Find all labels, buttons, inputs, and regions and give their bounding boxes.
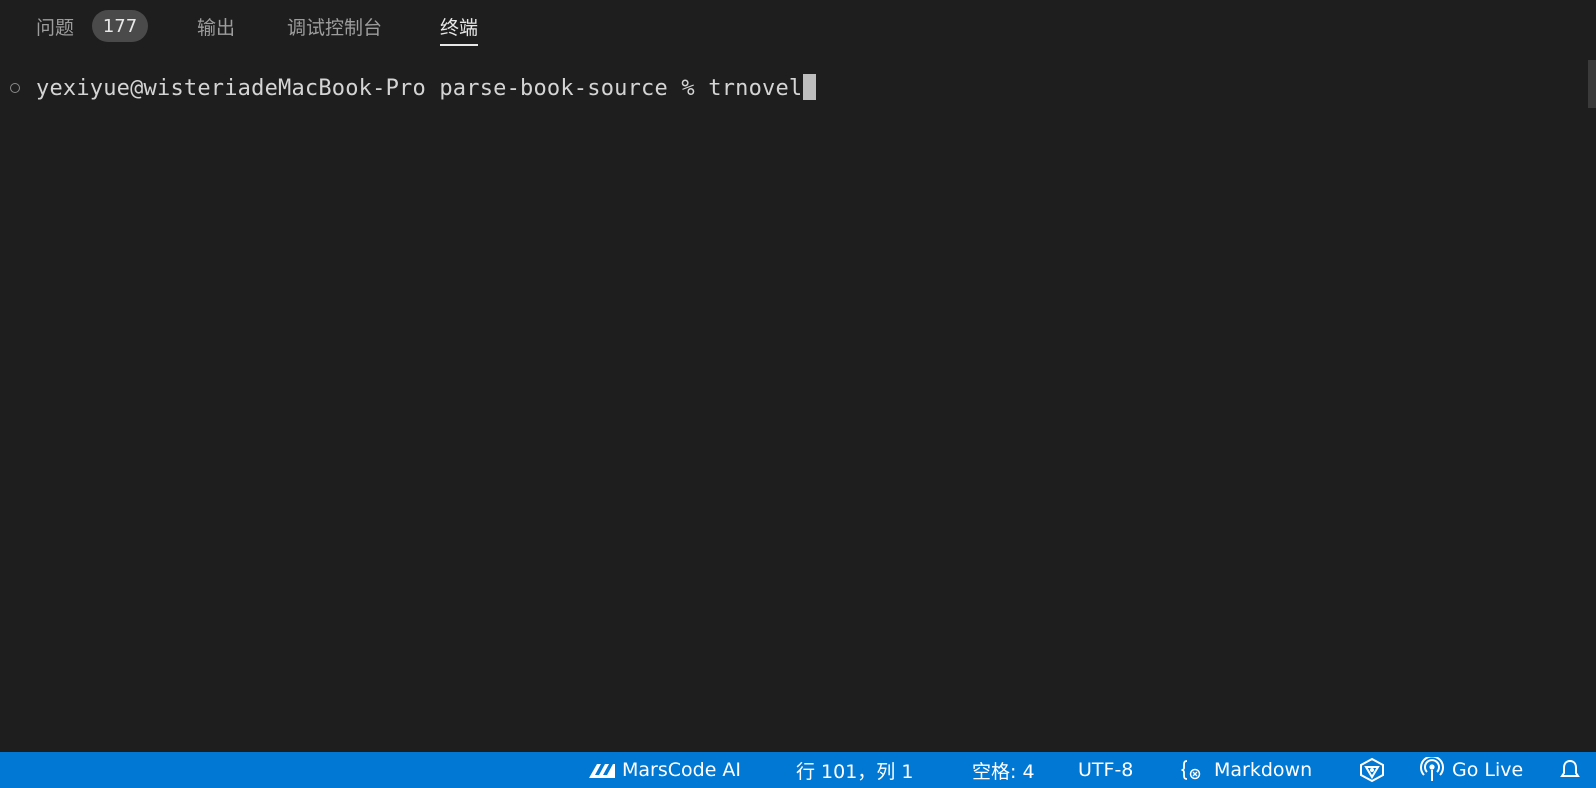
terminal-output[interactable]: yexiyue@wisteriadeMacBook-Pro parse-book…	[0, 60, 1596, 740]
terminal-panel: 问题 177 输出 调试控制台 终端 yexiyue@wisteriadeMac…	[0, 0, 1596, 752]
panel-tab-bar: 问题 177 输出 调试控制台 终端	[0, 0, 1596, 48]
terminal-command: trnovel	[708, 76, 803, 101]
encoding-label: UTF-8	[1078, 759, 1134, 781]
bell-icon	[1560, 758, 1580, 782]
tab-output[interactable]: 输出	[197, 8, 235, 44]
tab-problems[interactable]: 问题 177	[36, 8, 149, 44]
language-mode-label: Markdown	[1214, 759, 1313, 781]
command-decoration-circle-icon[interactable]	[10, 83, 20, 93]
tab-terminal[interactable]: 终端	[440, 8, 479, 46]
tab-debug-console[interactable]: 调试控制台	[287, 8, 382, 44]
language-mode-item[interactable]: Markdown	[1180, 752, 1312, 788]
tab-problems-label: 问题	[36, 16, 75, 39]
marscode-status-item[interactable]: MarsCode AI	[588, 752, 741, 788]
indentation-label: 空格: 4	[972, 760, 1035, 783]
marscode-logo-icon	[588, 761, 616, 779]
copilot-status-item[interactable]	[1358, 752, 1386, 788]
terminal-prompt: yexiyue@wisteriadeMacBook-Pro parse-book…	[36, 76, 709, 101]
braces-icon	[1180, 759, 1204, 781]
tab-terminal-label: 终端	[440, 16, 479, 39]
tab-debug-console-label: 调试控制台	[287, 16, 383, 39]
cursor-position-item[interactable]: 行 101，列 1	[796, 752, 913, 788]
terminal-scrollbar[interactable]	[1588, 60, 1596, 108]
terminal-prompt-line: yexiyue@wisteriadeMacBook-Pro parse-book…	[36, 74, 817, 104]
go-live-item[interactable]: Go Live	[1420, 752, 1523, 788]
tab-output-label: 输出	[197, 16, 236, 39]
copilot-icon	[1358, 757, 1386, 783]
terminal-cursor	[803, 74, 817, 100]
encoding-item[interactable]: UTF-8	[1078, 752, 1133, 788]
notifications-item[interactable]	[1560, 752, 1580, 788]
problems-count-badge: 177	[92, 10, 149, 42]
cursor-position-label: 行 101，列 1	[796, 760, 914, 783]
broadcast-icon	[1420, 757, 1444, 783]
indentation-item[interactable]: 空格: 4	[972, 752, 1035, 788]
status-bar: MarsCode AI 行 101，列 1 空格: 4 UTF-8 Markdo…	[0, 752, 1596, 788]
marscode-label: MarsCode AI	[622, 759, 742, 781]
go-live-label: Go Live	[1452, 759, 1524, 781]
